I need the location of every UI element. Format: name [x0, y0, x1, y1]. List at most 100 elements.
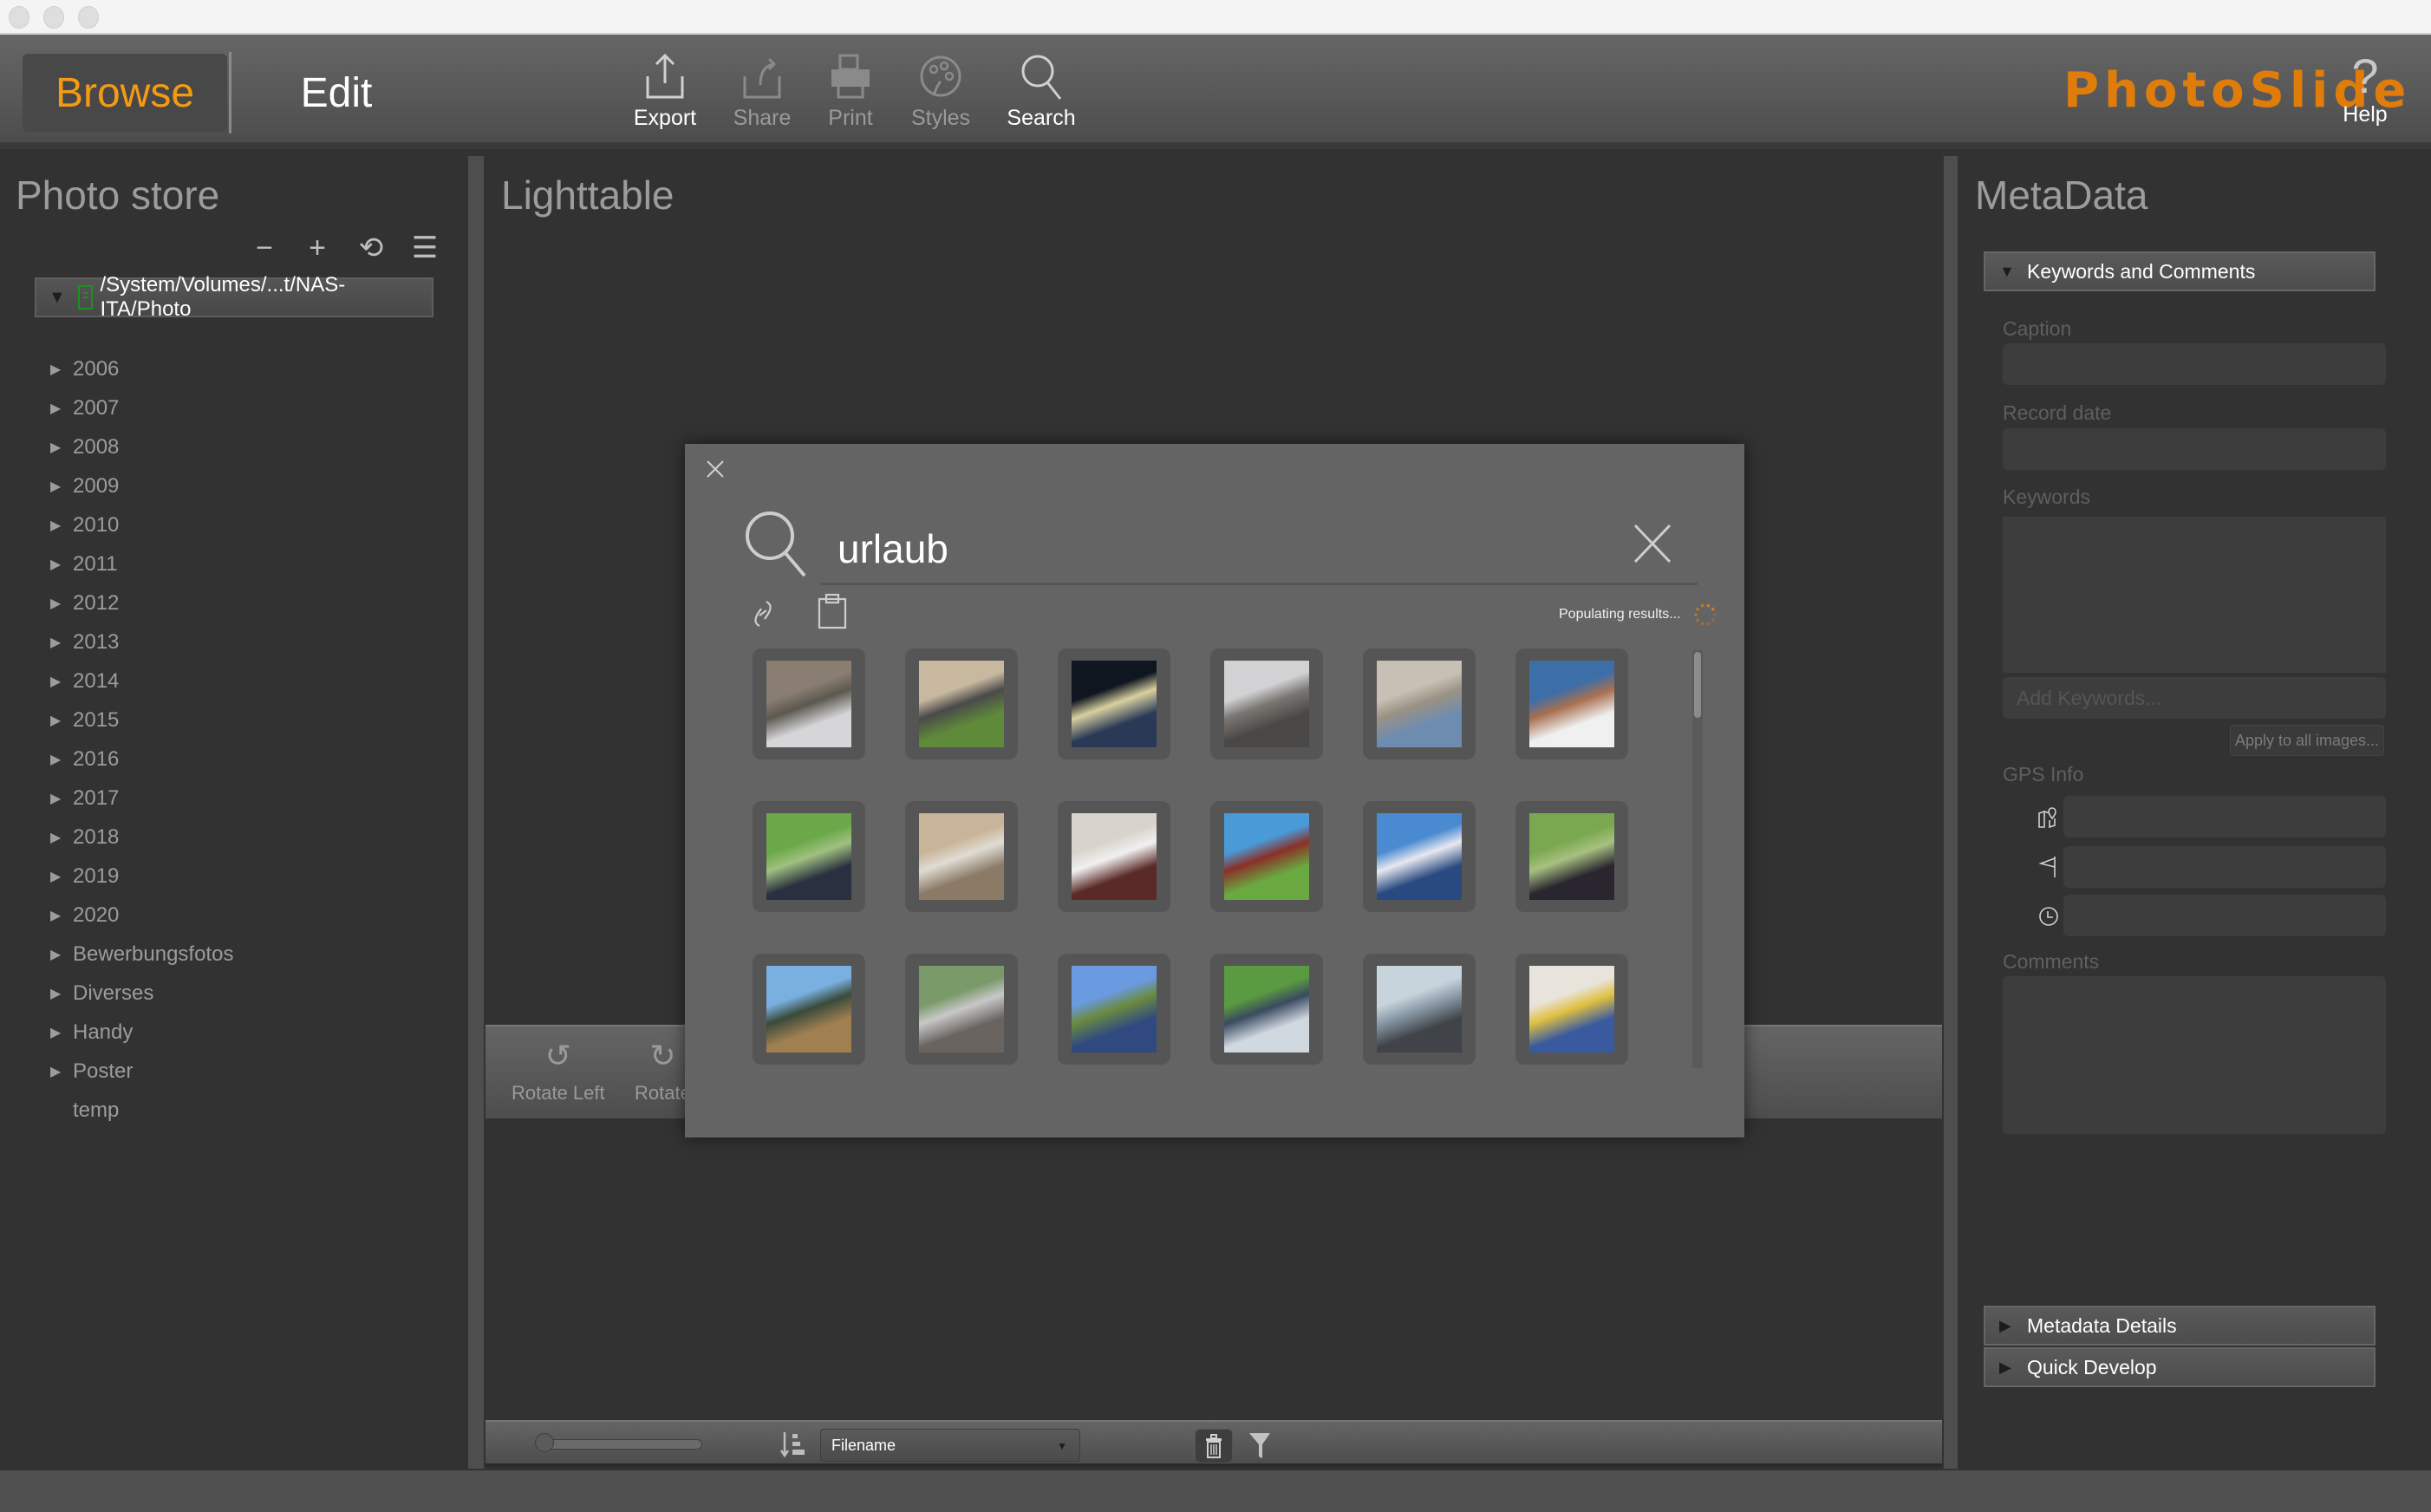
- sync-icon[interactable]: ⟲: [354, 231, 388, 265]
- tree-item-2019[interactable]: ▶ 2019: [50, 859, 119, 894]
- tree-item-2008[interactable]: ▶ 2008: [50, 430, 119, 465]
- expand-arrow-icon[interactable]: ▶: [50, 1063, 73, 1080]
- tree-item-2018[interactable]: ▶ 2018: [50, 820, 119, 855]
- tree-item-2007[interactable]: ▶ 2007: [50, 391, 119, 426]
- add-keywords-input[interactable]: [2003, 677, 2386, 719]
- window-minimize-button[interactable]: [43, 6, 64, 29]
- tree-item-2017[interactable]: ▶ 2017: [50, 781, 119, 816]
- expand-arrow-icon[interactable]: ▶: [50, 400, 73, 417]
- expand-arrow-icon[interactable]: ▶: [50, 1024, 73, 1041]
- expand-arrow-icon[interactable]: ▼: [49, 288, 69, 308]
- result-thumbnail[interactable]: [1363, 801, 1476, 912]
- result-thumbnail[interactable]: [1058, 648, 1170, 759]
- keywords-list[interactable]: [2003, 517, 2386, 673]
- tree-item-2020[interactable]: ▶ 2020: [50, 898, 119, 933]
- clear-search-icon[interactable]: [1632, 522, 1673, 565]
- close-icon[interactable]: [702, 456, 728, 482]
- result-thumbnail[interactable]: [1210, 954, 1323, 1065]
- result-thumbnail[interactable]: [1363, 648, 1476, 759]
- results-scrollbar-thumb[interactable]: [1694, 652, 1701, 718]
- slider-knob[interactable]: [535, 1433, 554, 1452]
- result-thumbnail[interactable]: [753, 954, 865, 1065]
- result-thumbnail[interactable]: [1210, 801, 1323, 912]
- rotate-left-button[interactable]: ↺ Rotate Left: [512, 1039, 605, 1105]
- tree-item-2014[interactable]: ▶ 2014: [50, 664, 119, 699]
- thumbnail-size-slider[interactable]: [535, 1433, 702, 1452]
- expand-arrow-icon[interactable]: ▶: [50, 517, 73, 534]
- tree-item-bewerbungsfotos[interactable]: ▶ Bewerbungsfotos: [50, 937, 233, 972]
- section-quick-develop[interactable]: ▶ Quick Develop: [1984, 1347, 2376, 1387]
- window-zoom-button[interactable]: [78, 6, 99, 29]
- expand-arrow-icon[interactable]: ▶: [50, 868, 73, 885]
- menu-icon[interactable]: ☰: [407, 231, 442, 265]
- expand-arrow-icon[interactable]: ▶: [50, 478, 73, 495]
- expand-arrow-icon[interactable]: ▶: [50, 712, 73, 729]
- expand-arrow-icon[interactable]: ▶: [50, 556, 73, 573]
- filter-icon[interactable]: [1247, 1431, 1273, 1460]
- link-icon[interactable]: [749, 596, 777, 631]
- result-thumbnail[interactable]: [905, 801, 1018, 912]
- window-close-button[interactable]: [9, 6, 29, 29]
- tree-item-poster[interactable]: ▶ Poster: [50, 1054, 133, 1089]
- caption-field[interactable]: [2003, 343, 2386, 385]
- print-button[interactable]: Print: [803, 50, 898, 146]
- tree-item-handy[interactable]: ▶ Handy: [50, 1015, 133, 1050]
- tree-item-2009[interactable]: ▶ 2009: [50, 469, 119, 504]
- expand-arrow-icon[interactable]: ▶: [50, 790, 73, 807]
- result-thumbnail[interactable]: [1210, 648, 1323, 759]
- expand-arrow-icon[interactable]: ▶: [50, 361, 73, 378]
- expand-arrow-icon[interactable]: ▶: [50, 751, 73, 768]
- result-thumbnail[interactable]: [905, 648, 1018, 759]
- result-thumbnail[interactable]: [1363, 954, 1476, 1065]
- expand-arrow-icon[interactable]: ▶: [50, 673, 73, 690]
- collapse-icon[interactable]: −: [247, 231, 282, 265]
- expand-arrow-icon[interactable]: ▶: [50, 985, 73, 1002]
- tree-item-2012[interactable]: ▶ 2012: [50, 586, 119, 621]
- expand-arrow-icon[interactable]: ▶: [50, 634, 73, 651]
- tree-item-2016[interactable]: ▶ 2016: [50, 742, 119, 777]
- result-thumbnail[interactable]: [753, 648, 865, 759]
- clipboard-icon[interactable]: [817, 593, 848, 629]
- expand-arrow-icon[interactable]: ▶: [50, 946, 73, 963]
- result-thumbnail[interactable]: [1058, 954, 1170, 1065]
- tree-item-2015[interactable]: ▶ 2015: [50, 703, 119, 738]
- section-metadata-details[interactable]: ▶ Metadata Details: [1984, 1306, 2376, 1346]
- result-thumbnail[interactable]: [1515, 954, 1628, 1065]
- apply-to-all-images-button[interactable]: Apply to all images...: [2230, 725, 2384, 756]
- section-keywords-and-comments[interactable]: ▼ Keywords and Comments: [1984, 251, 2376, 291]
- browse-mode-button[interactable]: Browse: [23, 54, 227, 132]
- gps-location-field[interactable]: [2063, 796, 2386, 837]
- tree-item-diverses[interactable]: ▶ Diverses: [50, 976, 153, 1011]
- add-icon[interactable]: +: [300, 231, 335, 265]
- sort-order-icon[interactable]: [780, 1431, 806, 1458]
- tree-root-volume[interactable]: ▼ /System/Volumes/...t/NAS-ITA/Photo: [35, 273, 433, 321]
- delete-button[interactable]: [1195, 1429, 1233, 1463]
- record-date-field[interactable]: [2003, 428, 2386, 470]
- tree-item-2013[interactable]: ▶ 2013: [50, 625, 119, 660]
- result-thumbnail[interactable]: [1515, 801, 1628, 912]
- search-query-input[interactable]: [837, 518, 1479, 579]
- help-button[interactable]: ? Help: [2332, 50, 2398, 127]
- expand-arrow-icon[interactable]: ▶: [50, 829, 73, 846]
- share-button[interactable]: Share: [714, 50, 810, 146]
- right-splitter[interactable]: [1944, 156, 1958, 1469]
- left-splitter[interactable]: [468, 156, 484, 1469]
- result-thumbnail[interactable]: [1515, 648, 1628, 759]
- comments-field[interactable]: [2003, 976, 2386, 1134]
- tree-item-2006[interactable]: ▶ 2006: [50, 352, 119, 387]
- styles-button[interactable]: Styles: [893, 50, 988, 146]
- tree-item-temp[interactable]: temp: [50, 1093, 119, 1128]
- expand-arrow-icon[interactable]: ▶: [50, 595, 73, 612]
- expand-arrow-icon[interactable]: ▶: [50, 907, 73, 924]
- search-button[interactable]: Search: [994, 50, 1089, 146]
- tree-item-2011[interactable]: ▶ 2011: [50, 547, 118, 582]
- result-thumbnail[interactable]: [753, 801, 865, 912]
- export-button[interactable]: Export: [617, 50, 713, 146]
- result-thumbnail[interactable]: [905, 954, 1018, 1065]
- result-thumbnail[interactable]: [1058, 801, 1170, 912]
- gps-time-field[interactable]: [2063, 895, 2386, 936]
- gps-direction-field[interactable]: [2063, 846, 2386, 888]
- rotate-right-button[interactable]: ↻ Rotate: [635, 1039, 691, 1105]
- edit-mode-button[interactable]: Edit: [260, 54, 413, 132]
- tree-item-2010[interactable]: ▶ 2010: [50, 508, 119, 543]
